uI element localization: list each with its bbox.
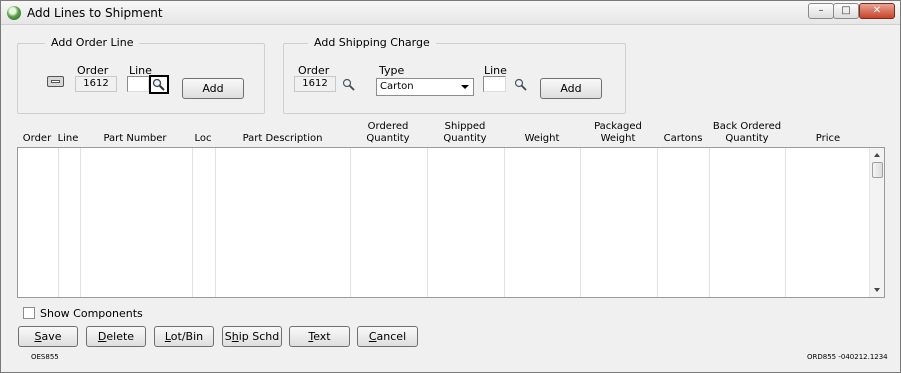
add-shipping-charge-legend: Add Shipping Charge [308, 36, 436, 49]
shipping-line-search-icon[interactable] [514, 78, 528, 92]
col-header-part-description[interactable]: Part Description [216, 133, 349, 145]
shipment-lines-grid[interactable] [17, 147, 885, 298]
shipping-line-field[interactable] [483, 76, 506, 92]
form-code-left: OES855 [31, 353, 59, 361]
shipping-order-search-icon[interactable] [342, 78, 356, 92]
grid-column-divider [580, 148, 581, 297]
order-field[interactable]: 1612 [75, 76, 117, 92]
delete-button[interactable]: Delete [86, 326, 146, 347]
col-header-shipped-quantity[interactable]: Shipped Quantity [427, 121, 503, 145]
cancel-mnemonic: C [368, 330, 377, 343]
line-search-button[interactable] [149, 75, 169, 94]
grid-column-divider [350, 148, 351, 297]
type-label: Type [379, 64, 405, 77]
scroll-down-icon[interactable] [874, 288, 880, 292]
cancel-button[interactable]: Cancel [357, 326, 418, 347]
add-shipping-charge-button[interactable]: Add [540, 78, 602, 99]
close-button[interactable]: ✕ [859, 3, 895, 19]
ship-schd-mnemonic: h [231, 330, 239, 343]
magnifier-icon [152, 78, 165, 91]
col-header-line[interactable]: Line [57, 133, 79, 145]
lot-bin-button[interactable]: Lot/Bin [154, 326, 214, 347]
col-header-price[interactable]: Price [786, 133, 870, 145]
delete-label: elete [106, 330, 135, 343]
col-header-order[interactable]: Order [19, 133, 55, 145]
title-bar[interactable]: Add Lines to Shipment – □ ✕ [1, 1, 900, 25]
shipping-order-field[interactable]: 1612 [294, 76, 336, 92]
col-header-weight[interactable]: Weight [504, 133, 580, 145]
add-order-line-legend: Add Order Line [45, 36, 140, 49]
line-field[interactable] [127, 76, 149, 92]
grid-column-divider [192, 148, 193, 297]
col-header-cartons[interactable]: Cartons [657, 133, 709, 145]
grid-column-divider [215, 148, 216, 297]
col-header-part-number[interactable]: Part Number [80, 133, 190, 145]
col-header-packaged-weight[interactable]: Packaged Weight [580, 121, 656, 145]
grid-column-divider [785, 148, 786, 297]
save-button[interactable]: Save [18, 326, 78, 347]
grid-top-border [18, 147, 884, 148]
grid-column-divider [504, 148, 505, 297]
ship-schd-label: ip Schd [238, 330, 280, 343]
text-label: ext [313, 330, 331, 343]
add-order-line-button[interactable]: Add [182, 78, 244, 99]
chevron-down-icon [461, 85, 469, 89]
ship-schd-prefix: S [224, 330, 232, 343]
text-button[interactable]: Text [289, 326, 350, 347]
grid-column-divider [58, 148, 59, 297]
save-label: ave [41, 330, 62, 343]
app-globe-icon [7, 6, 21, 20]
order-lookup-icon[interactable] [47, 76, 64, 87]
grid-column-divider [709, 148, 710, 297]
show-components-checkbox[interactable] [23, 307, 35, 319]
col-header-back-ordered-quantity[interactable]: Back Ordered Quantity [709, 121, 785, 145]
show-components-label: Show Components [40, 307, 143, 320]
minimize-button[interactable]: – [808, 3, 834, 19]
form-code-right: ORD855 -040212.1234 [807, 353, 888, 361]
lot-bin-label: ot/Bin [170, 330, 204, 343]
grid-column-divider [657, 148, 658, 297]
window-title: Add Lines to Shipment [27, 6, 163, 20]
cancel-label: ancel [376, 330, 407, 343]
grid-column-divider [427, 148, 428, 297]
scroll-up-icon[interactable] [874, 153, 880, 157]
type-select[interactable]: Carton [376, 78, 474, 96]
type-select-value: Carton [380, 81, 414, 92]
grid-column-divider [80, 148, 81, 297]
scrollbar-thumb[interactable] [872, 162, 883, 178]
col-header-loc[interactable]: Loc [191, 133, 215, 145]
ship-schd-button[interactable]: Ship Schd [222, 326, 282, 347]
maximize-button[interactable]: □ [833, 3, 859, 19]
col-header-ordered-quantity[interactable]: Ordered Quantity [350, 121, 426, 145]
add-lines-window: Add Lines to Shipment – □ ✕ Add Order Li… [0, 0, 901, 373]
grid-vertical-scrollbar[interactable] [869, 148, 884, 297]
